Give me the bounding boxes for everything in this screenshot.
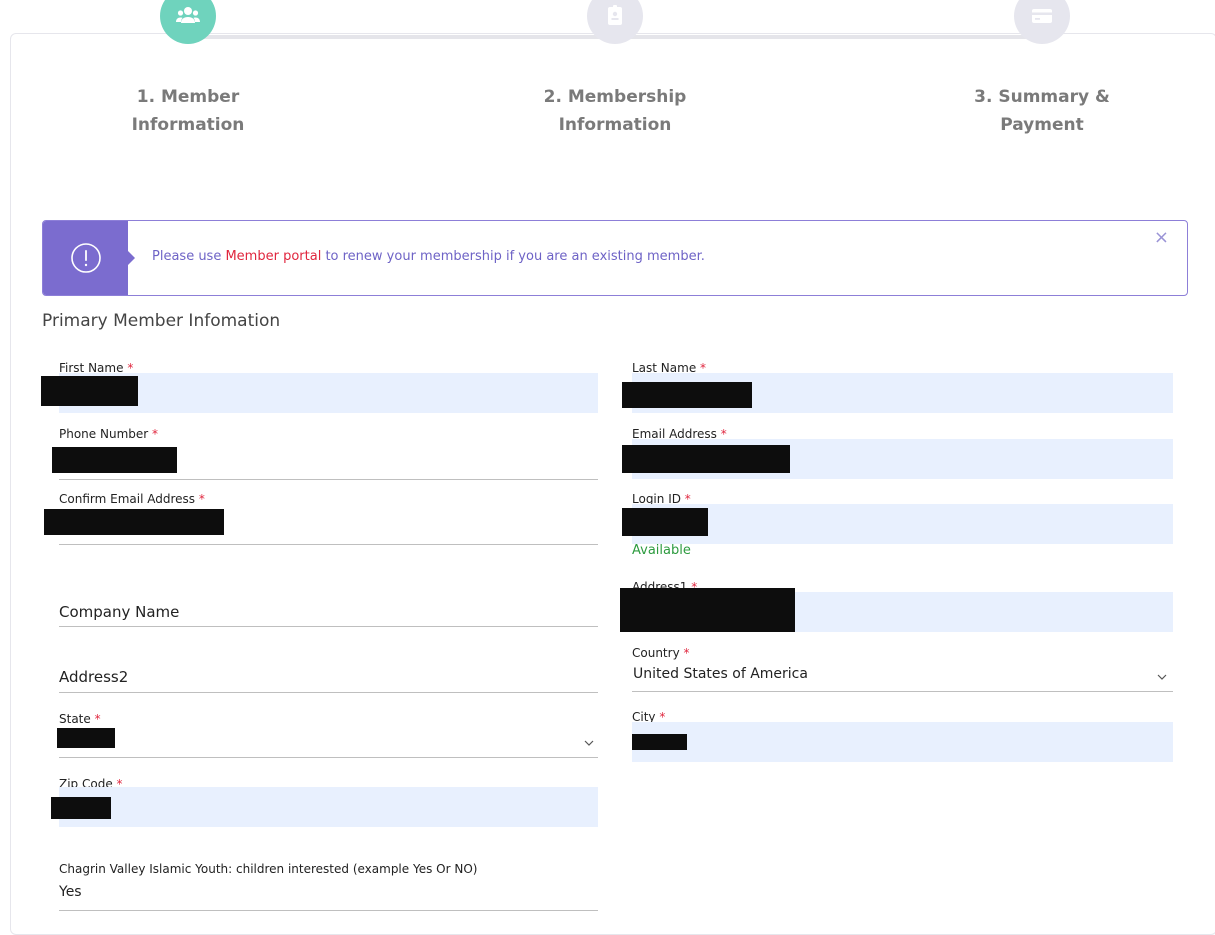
- alert-pointer: [128, 251, 135, 265]
- state-select[interactable]: [57, 726, 598, 758]
- chevron-down-icon: [584, 740, 594, 746]
- address2-input[interactable]: [59, 692, 598, 693]
- first-name-input[interactable]: [41, 373, 598, 413]
- address1-input[interactable]: [620, 588, 1173, 632]
- exclamation-circle-icon: [70, 243, 101, 273]
- renew-alert: Please use Member portal to renew your m…: [42, 220, 1188, 296]
- country-value: United States of America: [633, 666, 808, 682]
- badge-icon: [608, 5, 622, 25]
- phone-field: Phone Number *: [52, 427, 598, 480]
- close-icon[interactable]: ×: [1154, 227, 1169, 248]
- login-id-input[interactable]: [622, 504, 1173, 544]
- chevron-down-icon: [1157, 674, 1167, 680]
- step-connector: [188, 35, 616, 39]
- alert-message: Please use Member portal to renew your m…: [152, 249, 705, 264]
- redacted-value: [51, 797, 111, 819]
- confirm-email-input[interactable]: [44, 506, 598, 545]
- country-select[interactable]: United States of America: [632, 660, 1173, 692]
- confirm-email-field: Confirm Email Address *: [44, 492, 598, 545]
- email-field: Email Address *: [622, 427, 1173, 479]
- email-input[interactable]: [622, 439, 1173, 479]
- redacted-value: [52, 447, 177, 473]
- step-connector: [616, 35, 1044, 39]
- youth-interest-underline: [59, 910, 598, 911]
- last-name-input[interactable]: [622, 373, 1173, 413]
- zip-code-field: Zip Code *: [51, 777, 598, 827]
- login-availability-status: Available: [632, 543, 691, 558]
- last-name-field: Last Name *: [622, 361, 1173, 413]
- state-label: State *: [59, 712, 101, 726]
- users-icon: [176, 7, 200, 23]
- youth-interest-label: Chagrin Valley Islamic Youth: children i…: [59, 862, 478, 876]
- confirm-email-label: Confirm Email Address *: [59, 492, 205, 506]
- alert-prefix: Please use: [152, 249, 226, 264]
- country-field: Country * United States of America: [632, 646, 1173, 692]
- login-id-field: Login ID *: [622, 492, 1173, 544]
- phone-label: Phone Number *: [59, 427, 159, 441]
- address1-field: Address1 *: [620, 580, 1173, 632]
- youth-interest-field: Chagrin Valley Islamic Youth: children i…: [59, 862, 598, 911]
- alert-icon-box: [43, 221, 135, 295]
- alert-suffix: to renew your membership if you are an e…: [321, 249, 705, 264]
- redacted-value: [44, 509, 224, 535]
- redacted-value: [620, 588, 795, 632]
- address2-label: Address2: [59, 668, 129, 686]
- step-3-label: 3. Summary & Payment: [974, 87, 1110, 135]
- step-1-label: 1. Member Information: [131, 87, 245, 135]
- redacted-value: [622, 382, 752, 408]
- credit-card-icon: [1032, 9, 1052, 23]
- first-name-field: First Name *: [41, 361, 598, 413]
- phone-input[interactable]: [52, 441, 598, 480]
- youth-interest-value[interactable]: Yes: [59, 884, 598, 900]
- redacted-value: [41, 376, 138, 406]
- city-field: City *: [632, 710, 1173, 762]
- company-name-label: Company Name: [59, 603, 180, 621]
- redacted-value: [57, 728, 115, 748]
- redacted-value: [622, 508, 708, 536]
- state-field: State *: [57, 712, 598, 758]
- redacted-value: [622, 445, 790, 473]
- country-label: Country *: [632, 646, 690, 660]
- zip-code-input[interactable]: [51, 787, 598, 827]
- company-name-input[interactable]: [59, 626, 598, 627]
- city-input[interactable]: [632, 722, 1173, 762]
- redacted-value: [632, 734, 687, 750]
- section-title: Primary Member Infomation: [42, 311, 281, 331]
- step-2-label: 2. Membership Information: [543, 87, 687, 135]
- member-portal-link[interactable]: Member portal: [225, 249, 321, 264]
